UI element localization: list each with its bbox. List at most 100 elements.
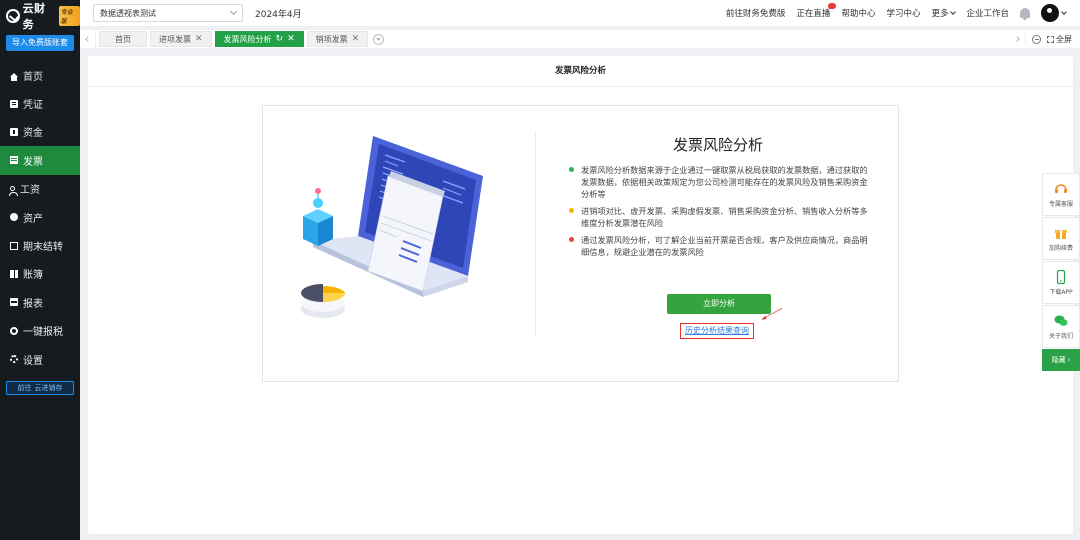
history-results-link[interactable]: 历史分析结果查询 [680,323,754,339]
sidebar-item-tax[interactable]: 一键报税 [0,317,80,345]
bell-icon[interactable] [1020,8,1030,20]
sidebar-item-label: 账簿 [23,270,43,282]
chevron-left-icon [84,36,91,42]
float-item-support[interactable]: 专属客服 [1042,173,1080,216]
home-icon [10,73,18,82]
more-menu[interactable]: 更多 [931,7,957,19]
refresh-icon[interactable]: ↻ [276,34,284,44]
analyze-now-button[interactable]: 立即分析 [667,294,771,314]
divider [1025,33,1026,45]
bullet-text: 通过发票风险分析，可了解企业当前开票是否合规，客户及供应商情况，商品明细信息，规… [581,235,868,257]
account-set-select[interactable]: 数据透视表测试 [93,4,243,22]
link-workbench[interactable]: 企业工作台 [966,7,1009,19]
float-service-panel: 专属客服 加购续费 下载APP 关于我们 隐藏 › [1042,173,1080,371]
feature-list: 发票风险分析数据来源于企业通过一键取票从税局获取的发票数据，通过获取的发票数据，… [568,164,873,263]
sidebar-item-voucher[interactable]: 凭证 [0,89,80,117]
tab-scroll-left[interactable] [80,30,96,48]
avatar [1041,4,1059,22]
tab-output-invoice[interactable]: 销项发票 ✕ [306,31,369,47]
settings-icon [10,355,18,364]
link-live[interactable]: 正在直播 [796,3,837,19]
period-close-icon [10,241,18,250]
sidebar-item-home[interactable]: 首页 [0,61,80,89]
intro-card: 发票风险分析 发票风险分析数据来源于企业通过一键取票从税局获取的发票数据，通过获… [262,105,899,382]
float-item-label: 专属客服 [1048,200,1073,208]
bullet-dot [569,208,574,213]
bullet-text: 发票风险分析数据来源于企业通过一键取票从税局获取的发票数据，通过获取的发票数据，… [581,165,868,199]
tab-home[interactable]: 首页 [99,31,147,47]
laptop-invoice-illustration [301,136,483,318]
sidebar-item-label: 凭证 [23,100,43,112]
link-learning-center[interactable]: 学习中心 [886,7,920,19]
tab-label: 进项发票 [159,34,191,44]
sidebar-item-invoice[interactable]: 发票 [0,146,80,175]
float-item-about[interactable]: 关于我们 [1042,305,1080,348]
list-item: 通过发票风险分析，可了解企业当前开票是否合规，客户及供应商情况，商品明细信息，规… [568,234,873,258]
tax-icon [10,326,18,335]
page-title: 发票风险分析 [88,56,1073,87]
money-icon [10,127,18,136]
tab-label: 首页 [115,34,131,44]
sidebar-item-period-close[interactable]: 期末结转 [0,231,80,259]
sidebar-item-label: 资金 [23,128,43,140]
close-icon[interactable]: ✕ [352,34,360,44]
chevron-right-icon[interactable] [1014,36,1020,42]
close-icon[interactable]: ✕ [287,34,295,44]
tab-list-dropdown[interactable] [373,33,385,45]
main-content: 发票风险分析 发票风险分析 发票风险分析数据来源于企业通过一键取票从税局获取的发… [88,56,1073,534]
top-links: 前往财务免费版 正在直播 帮助中心 学习中心 更多 企业工作台 [726,0,1067,26]
live-badge [828,3,837,9]
float-item-renew[interactable]: 加购续费 [1042,217,1080,260]
sidebar-item-assets[interactable]: 资产 [0,203,80,231]
link-free-version[interactable]: 前往财务免费版 [726,7,786,19]
sidebar-item-label: 报表 [23,298,43,310]
ledger-icon [10,269,18,278]
import-free-account-button[interactable]: 导入免费版账套 [6,35,74,51]
hide-panel-button[interactable]: 隐藏 › [1042,349,1080,371]
sidebar-item-label: 工资 [20,185,40,197]
close-tabs-icon[interactable] [1032,34,1041,44]
headset-icon [1055,183,1067,193]
fullscreen-label: 全屏 [1056,34,1072,44]
float-item-label: 下载APP [1049,288,1073,296]
tab-input-invoice[interactable]: 进项发票 ✕ [150,31,212,47]
gift-icon [1055,229,1067,239]
tab-invoice-risk[interactable]: 发票风险分析 ↻ ✕ [214,31,304,47]
asset-icon [10,213,18,222]
tab-label: 发票风险分析 [223,34,272,44]
accounting-period[interactable]: 2024年4月 [255,7,302,20]
chevron-down-icon [950,8,957,15]
sidebar-item-funds[interactable]: 资金 [0,118,80,146]
brand-logo[interactable]: 云财务 专业版 [0,0,80,32]
chevron-right-icon: › [1067,356,1071,364]
sidebar-item-ledger[interactable]: 账簿 [0,260,80,288]
list-item: 发票风险分析数据来源于企业通过一键取票从税局获取的发票数据，通过获取的发票数据，… [568,164,873,200]
fullscreen-button[interactable]: 全屏 [1047,34,1072,45]
annotation-arrow-icon [761,307,783,320]
hide-label: 隐藏 [1051,356,1066,364]
sidebar-item-salary[interactable]: 工资 [0,175,80,203]
fullscreen-icon [1047,35,1054,43]
sidebar-item-settings[interactable]: 设置 [0,345,80,373]
logo-icon [6,9,20,23]
sidebar-item-reports[interactable]: 报表 [0,288,80,316]
close-icon[interactable]: ✕ [195,34,203,44]
bullet-dot [569,167,574,172]
voucher-icon [10,99,18,108]
link-help-center[interactable]: 帮助中心 [841,7,875,19]
chevron-down-icon [1061,8,1067,15]
link-live-label: 正在直播 [796,9,831,19]
sidebar-item-label: 发票 [23,156,43,168]
sidebar-item-label: 首页 [23,71,43,83]
float-item-download-app[interactable]: 下载APP [1042,261,1080,304]
brand-badge: 专业版 [58,6,80,26]
user-menu[interactable] [1041,4,1067,22]
card-title: 发票风险分析 [672,136,763,154]
bullet-text: 进销项对比、虚开发票、采购虚假发票、销售采购资金分析、销售收入分析等多维度分析发… [581,206,868,228]
wechat-icon [1054,315,1068,326]
sidebar-item-label: 期末结转 [23,242,63,254]
goto-inventory-button[interactable]: 前往 云进销存 [6,381,74,396]
list-item: 进销项对比、虚开发票、采购虚假发票、销售采购资金分析、销售收入分析等多维度分析发… [568,205,873,229]
sidebar-item-label: 设置 [23,355,43,367]
sidebar-item-label: 一键报税 [23,327,63,339]
